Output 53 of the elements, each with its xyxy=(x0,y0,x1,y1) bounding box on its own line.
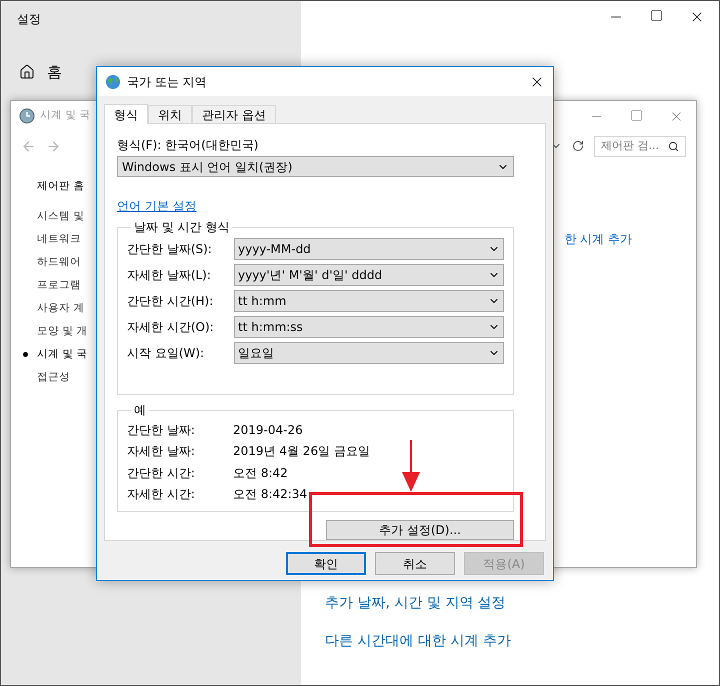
window-title: 국가 또는 지역 xyxy=(127,74,207,90)
dropdown[interactable]: tt h:mm xyxy=(234,290,504,312)
settings-link[interactable]: 다른 시간대에 대한 시계 추가 xyxy=(325,631,719,652)
dropdown[interactable]: yyyy-MM-dd xyxy=(234,238,504,260)
window-title: 설정 xyxy=(17,11,42,28)
sidebar-item[interactable]: 사용자 계 xyxy=(37,300,84,316)
additional-settings-button[interactable]: 추가 설정(D)... xyxy=(326,520,514,540)
clock-icon xyxy=(19,108,35,124)
search-icon xyxy=(668,140,679,152)
field-label: 간단한 날짜(S): xyxy=(127,241,213,258)
example-value: 2019년 4월 26일 금요일 xyxy=(233,443,370,460)
globe-icon xyxy=(105,74,121,90)
home-link[interactable]: 홈 xyxy=(47,61,62,84)
sidebar-link[interactable]: 제어판 홈 xyxy=(21,178,88,194)
field-label: 간단한 시간(H): xyxy=(127,293,214,310)
annotation-arrow xyxy=(402,440,420,492)
dialog-button[interactable]: 취소 xyxy=(375,552,455,575)
sidebar-item[interactable]: 모양 및 개 xyxy=(37,323,88,339)
example-label: 간단한 시간: xyxy=(127,464,196,482)
field-label: 시작 요일(W): xyxy=(127,345,206,362)
sidebar-item[interactable]: 프로그램 xyxy=(37,277,81,293)
sidebar-item[interactable]: 네트워크 xyxy=(37,231,81,247)
tab[interactable]: 위치 xyxy=(148,105,192,123)
search-field[interactable]: 제어판 검... xyxy=(594,136,686,156)
example-value: 2019-04-26 xyxy=(233,422,303,439)
sidebar-item[interactable]: 접근성 xyxy=(37,369,70,385)
example-value: 오전 8:42:34 xyxy=(233,486,308,504)
group-title: 날짜 및 시간 형식 xyxy=(133,219,230,236)
example-value: 오전 8:42 xyxy=(233,464,288,482)
home-icon[interactable] xyxy=(19,64,35,80)
tab[interactable]: 관리자 옵션 xyxy=(192,105,276,123)
example-label: 자세한 시간: xyxy=(127,486,196,504)
language-link[interactable]: 언어 기본 설정 xyxy=(117,198,197,214)
refresh-icon[interactable] xyxy=(572,140,584,152)
settings-link[interactable]: 추가 날짜, 시간 및 지역 설정 xyxy=(325,593,719,614)
group-title: 예 xyxy=(133,402,147,419)
field-label: 자세한 시간(O): xyxy=(127,319,215,336)
window-title: 시계 및 국 xyxy=(40,108,91,124)
dropdown[interactable]: 일요일 xyxy=(234,342,504,364)
dialog-button[interactable]: 확인 xyxy=(286,552,366,575)
tab[interactable]: 형식 xyxy=(104,104,148,124)
control-panel-link[interactable]: 한 시계 추가 xyxy=(564,230,632,385)
example-label: 자세한 날짜: xyxy=(127,443,196,460)
dropdown[interactable]: tt h:mm:ss xyxy=(234,316,504,338)
dropdown[interactable]: Windows 표시 언어 일치(권장) xyxy=(117,156,514,177)
field-label: 자세한 날짜(L): xyxy=(127,267,212,284)
sidebar-item[interactable]: 시스템 및 xyxy=(37,208,84,224)
format-label: 형식(F): 한국어(대한민국) xyxy=(117,137,260,153)
sidebar-item[interactable]: 시계 및 국 xyxy=(37,346,88,362)
dropdown[interactable]: yyyy'년' M'월' d'일' dddd xyxy=(234,264,504,286)
maximize-icon[interactable] xyxy=(650,9,663,22)
example-label: 간단한 날짜: xyxy=(127,422,196,439)
sidebar-item[interactable]: 하드웨어 xyxy=(37,254,81,270)
